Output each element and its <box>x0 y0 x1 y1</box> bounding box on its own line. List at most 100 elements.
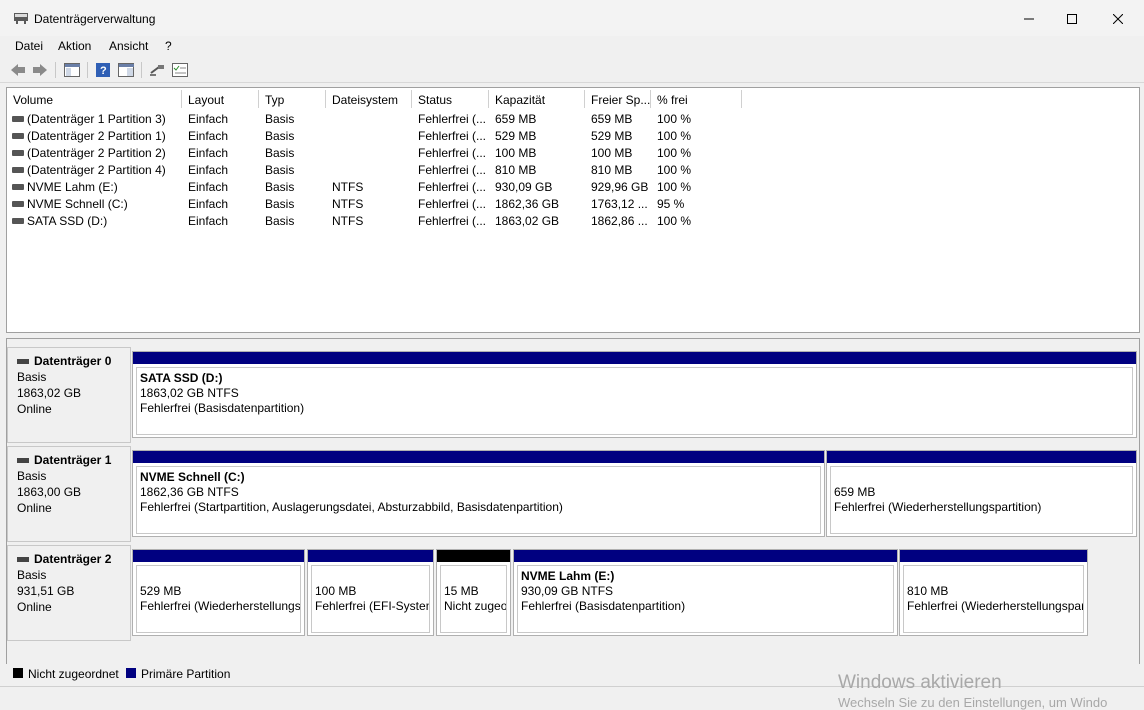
legend-unallocated-swatch <box>13 668 23 678</box>
disk-name: Datenträger 2 <box>34 552 112 566</box>
partition-status: Nicht zugeo <box>444 599 507 613</box>
partition-title <box>907 569 1083 584</box>
volume-cell-cap: 659 MB <box>495 112 537 126</box>
disk-2-label[interactable]: Datenträger 2 Basis 931,51 GB Online <box>7 545 131 641</box>
volume-cell-pct: 100 % <box>657 129 692 143</box>
minimize-button[interactable] <box>1006 6 1052 32</box>
legend-unallocated-label: Nicht zugeordnet <box>28 667 119 681</box>
properties-button[interactable] <box>116 60 136 80</box>
window-title: Datenträgerverwaltung <box>34 12 156 26</box>
volume-cell-volume: NVME Lahm (E:) <box>27 180 118 194</box>
help-button[interactable]: ? <box>93 60 113 80</box>
svg-text:?: ? <box>100 65 107 77</box>
volume-cell-status: Fehlerfrei (... <box>418 180 487 194</box>
partition-status: Fehlerfrei (Wiederherstellungspartition) <box>834 500 1042 514</box>
partition-status: Fehlerfrei (Wiederherstellungspar <box>907 599 1084 613</box>
disk-type: Basis <box>17 568 47 582</box>
column-header-freier-speicher[interactable]: Freier Sp... <box>585 90 651 108</box>
primary-partition-bar <box>308 550 433 562</box>
toolbar-separator <box>141 62 142 78</box>
drive-icon <box>12 184 24 190</box>
volume-cell-status: Fehlerfrei (... <box>418 129 487 143</box>
partition-title <box>444 569 506 584</box>
partition-title <box>315 569 429 584</box>
partition-title <box>140 569 300 584</box>
drive-icon <box>12 133 24 139</box>
disk-state: Online <box>17 600 52 614</box>
volume-cell-free: 1862,86 ... <box>591 214 648 228</box>
close-button[interactable] <box>1095 6 1141 32</box>
volume-cell-typ: Basis <box>265 197 295 211</box>
toolbar-separator <box>87 62 88 78</box>
console-tree-button[interactable] <box>62 60 82 80</box>
column-header-status[interactable]: Status <box>412 90 489 108</box>
console-tree-icon <box>64 63 80 77</box>
menu-datei[interactable]: Datei <box>15 39 43 53</box>
volume-row[interactable]: (Datenträger 2 Partition 2) Einfach Basis F… <box>7 144 1139 161</box>
column-header-layout[interactable]: Layout <box>182 90 259 108</box>
volume-cell-volume: SATA SSD (D:) <box>27 214 108 228</box>
partition-unallocated[interactable]: 15 MB Nicht zugeo <box>436 549 511 636</box>
primary-partition-bar <box>133 451 824 463</box>
partition-nvme-schnell-c[interactable]: NVME Schnell (C:) 1862,36 GB NTFS Fehler… <box>132 450 825 537</box>
volume-cell-layout: Einfach <box>188 112 229 126</box>
activation-watermark-text: Wechseln Sie zu den Einstellungen, um Wi… <box>838 695 1108 710</box>
column-header-dateisystem[interactable]: Dateisystem <box>326 90 412 108</box>
partition-sata-ssd-d[interactable]: SATA SSD (D:) 1863,02 GB NTFS Fehlerfrei… <box>132 351 1137 438</box>
back-button[interactable] <box>8 60 28 80</box>
partition-title: NVME Schnell (C:) <box>140 470 245 484</box>
volume-cell-fs: NTFS <box>332 197 364 211</box>
disk-type: Basis <box>17 469 47 483</box>
volume-cell-cap: 930,09 GB <box>495 180 553 194</box>
volume-cell-volume: (Datenträger 1 Partition 3) <box>27 112 166 126</box>
disk-type: Basis <box>17 370 47 384</box>
column-header-typ[interactable]: Typ <box>259 90 326 108</box>
partition-size: 930,09 GB NTFS <box>521 584 614 598</box>
maximize-button[interactable] <box>1049 6 1095 32</box>
connect-button[interactable] <box>147 60 167 80</box>
volume-row[interactable]: SATA SSD (D:) Einfach Basis NTFS Fehlerfrei … <box>7 212 1139 229</box>
volume-cell-pct: 100 % <box>657 180 692 194</box>
volume-row[interactable]: NVME Schnell (C:) Einfach Basis NTFS Fehlerf… <box>7 195 1139 212</box>
column-header-prozent-frei[interactable]: % frei <box>651 90 742 108</box>
partition-recovery-disk2-p1[interactable]: 529 MB Fehlerfrei (Wiederherstellungsp <box>132 549 305 636</box>
disk-state: Online <box>17 501 52 515</box>
column-header-volume[interactable]: Volume <box>7 90 182 108</box>
disk-0-label[interactable]: Datenträger 0 Basis 1863,02 GB Online <box>7 347 131 443</box>
partition-nvme-lahm-e[interactable]: NVME Lahm (E:) 930,09 GB NTFS Fehlerfrei… <box>513 549 898 636</box>
partition-recovery-disk2-p4[interactable]: 810 MB Fehlerfrei (Wiederherstellungspar <box>899 549 1088 636</box>
volume-cell-free: 929,96 GB <box>591 180 649 194</box>
disk-1-label[interactable]: Datenträger 1 Basis 1863,00 GB Online <box>7 446 131 542</box>
title-bar: Datenträgerverwaltung <box>0 0 1144 36</box>
volume-cell-typ: Basis <box>265 180 295 194</box>
partition-title <box>834 470 1132 485</box>
volume-row[interactable]: (Datenträger 2 Partition 1) Einfach Basis F… <box>7 127 1139 144</box>
partition-title: NVME Lahm (E:) <box>521 569 615 583</box>
menu-aktion[interactable]: Aktion <box>58 39 91 53</box>
menu-help[interactable]: ? <box>165 39 172 53</box>
column-header-kapazitaet[interactable]: Kapazität <box>489 90 585 108</box>
disk-name: Datenträger 1 <box>34 453 112 467</box>
volume-row[interactable]: (Datenträger 2 Partition 4) Einfach Basis F… <box>7 161 1139 178</box>
volume-row[interactable]: (Datenträger 1 Partition 3) Einfach Basis F… <box>7 110 1139 127</box>
volume-cell-layout: Einfach <box>188 146 229 160</box>
volume-cell-free: 529 MB <box>591 129 633 143</box>
partition-status: Fehlerfrei (Basisdatenpartition) <box>140 401 305 415</box>
disk-management-window: Datenträgerverwaltung Datei Aktion Ansic… <box>0 0 1144 710</box>
partition-efi-system[interactable]: 100 MB Fehlerfrei (EFI-System <box>307 549 434 636</box>
volume-row[interactable]: NVME Lahm (E:) Einfach Basis NTFS Fehlerfrei… <box>7 178 1139 195</box>
forward-arrow-icon <box>33 64 47 76</box>
menu-ansicht[interactable]: Ansicht <box>109 39 148 53</box>
disk-graphical-view: Datenträger 0 Basis 1863,02 GB Online SA… <box>6 338 1140 684</box>
volume-cell-pct: 95 % <box>657 197 685 211</box>
partition-size: 100 MB <box>315 584 357 598</box>
volume-cell-status: Fehlerfrei (... <box>418 214 487 228</box>
forward-button[interactable] <box>30 60 50 80</box>
checklist-button[interactable] <box>170 60 190 80</box>
drive-icon <box>12 167 24 173</box>
disk-size: 1863,00 GB <box>17 485 82 499</box>
partition-status: Fehlerfrei (Basisdatenpartition) <box>521 599 686 613</box>
drive-icon <box>12 201 24 207</box>
partition-recovery-disk1[interactable]: 659 MB Fehlerfrei (Wiederherstellungspar… <box>826 450 1137 537</box>
volume-cell-pct: 100 % <box>657 112 692 126</box>
